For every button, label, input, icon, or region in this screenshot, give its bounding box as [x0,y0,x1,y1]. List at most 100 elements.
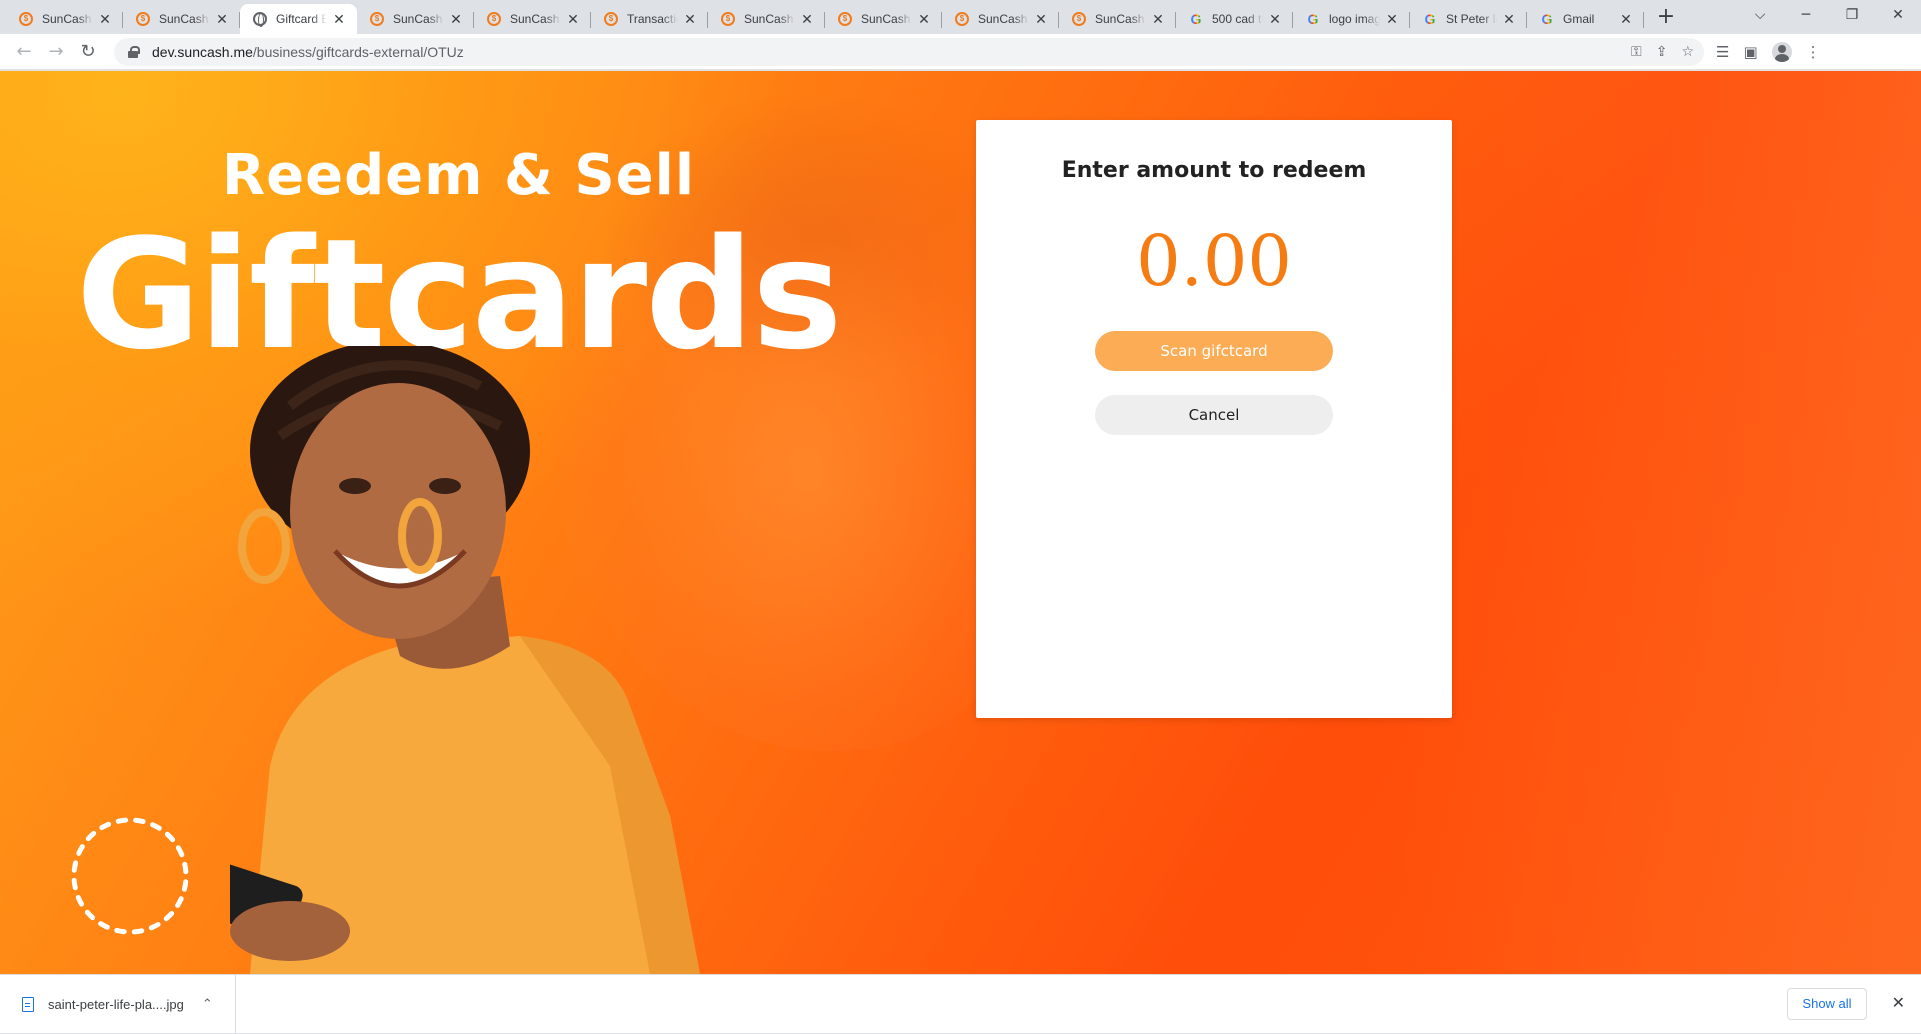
suncash-icon: $ [603,11,619,27]
suncash-icon: $ [1071,11,1087,27]
browser-tab[interactable]: $ SunCash.Me ✕ [708,4,825,34]
window-controls: ⌵ ─ ❐ ✕ [1737,0,1921,30]
suncash-icon: $ [720,11,736,27]
back-icon[interactable]: ← [8,36,40,68]
tab-title: SunCash.Me [744,12,795,26]
tab-close-icon[interactable]: ✕ [1501,11,1517,27]
tab-title: SunCash.Me [42,12,93,26]
browser-tab[interactable]: $ SunCash.Me ✕ [942,4,1059,34]
tab-close-icon[interactable]: ✕ [448,11,464,27]
tab-title: Gmail [1563,12,1595,26]
tab-title: Giftcard External [276,12,327,26]
hero-subtitle: Reedem & Sell [222,143,696,208]
download-file-name[interactable]: saint-peter-life-pla....jpg [48,997,184,1012]
browser-toolbar: ← → ↻ dev.suncash.me/business/giftcards-… [0,34,1921,70]
tab-list: $SunCash.Me✕$SunCash Giftcards✕Giftcard … [0,0,1680,34]
tab-title: SunCash Giftcards [861,12,912,26]
tab-close-icon[interactable]: ✕ [97,11,113,27]
google-icon: G [1307,11,1319,27]
url-text[interactable]: dev.suncash.me/business/giftcards-extern… [152,44,464,60]
browser-tab[interactable]: G 500 cad to usd ✕ [1176,4,1293,34]
tab-close-icon[interactable]: ✕ [799,11,815,27]
menu-kebab-icon[interactable]: ⋮ [1806,43,1821,61]
reload-icon[interactable]: ↻ [72,36,104,68]
browser-tab[interactable]: $ SunCash Admin ✕ [357,4,474,34]
page-viewport: Reedem & Sell Giftcards Enter amount to … [0,71,1921,974]
tab-title: SunCash.Me [510,12,561,26]
tab-close-icon[interactable]: ✕ [331,11,347,27]
restore-icon[interactable]: ❐ [1829,7,1875,23]
hand-shape [230,901,350,961]
tab-title: St Peter logo [1446,12,1497,26]
browser-tab[interactable]: $ SunCash.Me ✕ [1059,4,1176,34]
key-icon[interactable]: ⚿ [1631,44,1642,60]
google-icon: G [1424,11,1436,27]
download-item[interactable]: saint-peter-life-pla....jpg ⌃ [0,974,236,1034]
tab-search-icon[interactable]: ⌵ [1737,7,1783,23]
suncash-icon: $ [486,11,502,27]
tab-strip: $SunCash.Me✕$SunCash Giftcards✕Giftcard … [0,0,1921,34]
tab-title: SunCash.Me [1095,12,1146,26]
lock-icon[interactable] [128,45,140,58]
browser-tab[interactable]: Glogo images ✕ [1293,4,1410,34]
background-right-wash [1401,71,1921,974]
forward-icon[interactable]: → [40,36,72,68]
tab-close-icon[interactable]: ✕ [214,11,230,27]
redeem-card: Enter amount to redeem 0.00 Scan gifctca… [976,120,1452,718]
cancel-button[interactable]: Cancel [1095,395,1333,435]
browser-tab[interactable]: $ SunCash Giftcards ✕ [123,4,240,34]
browser-tab[interactable]: Giftcard External ✕ [240,4,357,34]
close-icon[interactable]: ✕ [1892,993,1905,1012]
chevron-up-icon[interactable]: ⌃ [202,996,213,1012]
tab-title: SunCash.Me [978,12,1029,26]
file-icon [22,996,34,1012]
download-shelf: saint-peter-life-pla....jpg ⌃ Show all ✕ [0,974,1921,1034]
tab-title: SunCash Giftcards [159,12,210,26]
google-icon: G [1190,11,1202,27]
face-shape [290,383,506,639]
browser-tab[interactable]: G St Peter logo ✕ [1410,4,1527,34]
browser-tab[interactable]: $ SunCash.Me ✕ [474,4,591,34]
tab-close-icon[interactable]: ✕ [916,11,932,27]
tab-close-icon[interactable]: ✕ [1384,11,1400,27]
suncash-icon: $ [135,11,151,27]
redeem-amount-display[interactable]: 0.00 [976,220,1452,302]
tab-title: Transactions [627,12,678,26]
show-all-button[interactable]: Show all [1787,988,1867,1020]
suncash-icon: $ [954,11,970,27]
smiling-woman-illustration [230,346,700,974]
profile-avatar[interactable] [1771,41,1792,62]
tab-close-icon[interactable]: ✕ [682,11,698,27]
address-bar[interactable]: dev.suncash.me/business/giftcards-extern… [114,37,1704,66]
new-tab-button[interactable]: + [1652,4,1680,32]
scan-giftcard-button[interactable]: Scan gifctcard [1095,331,1333,371]
minimize-icon[interactable]: ─ [1783,7,1829,23]
bookmark-star-icon[interactable]: ☆ [1681,44,1694,60]
share-icon[interactable]: ⇪ [1656,44,1668,60]
google-icon: G [1541,11,1553,27]
side-panel-icon[interactable]: ▣ [1743,43,1757,61]
tab-title: SunCash Admin [393,12,444,26]
tab-title: 500 cad to usd [1212,12,1263,26]
close-window-icon[interactable]: ✕ [1875,7,1921,23]
tab-close-icon[interactable]: ✕ [1033,11,1049,27]
browser-tab[interactable]: $ SunCash Giftcards ✕ [825,4,942,34]
url-path: /business/giftcards-external/OTUz [252,43,464,60]
globe-icon [252,11,268,27]
tab-close-icon[interactable]: ✕ [1618,11,1634,27]
tab-close-icon[interactable]: ✕ [1150,11,1166,27]
tab-title: logo images [1329,12,1380,26]
tab-close-icon[interactable]: ✕ [1267,11,1283,27]
dashed-circle-decoration [71,817,189,935]
tab-close-icon[interactable]: ✕ [565,11,581,27]
redeem-title: Enter amount to redeem [1061,158,1367,183]
url-domain: dev.suncash.me [152,43,253,60]
browser-tab[interactable]: $ SunCash.Me ✕ [6,4,123,34]
left-earring [238,508,290,584]
reading-list-icon[interactable]: ☰ [1716,43,1729,61]
suncash-icon: $ [18,11,34,27]
browser-tab[interactable]: $ Transactions ✕ [591,4,708,34]
suncash-icon: $ [837,11,853,27]
suncash-icon: $ [369,11,385,27]
browser-tab[interactable]: G Gmail ✕ [1527,4,1644,34]
